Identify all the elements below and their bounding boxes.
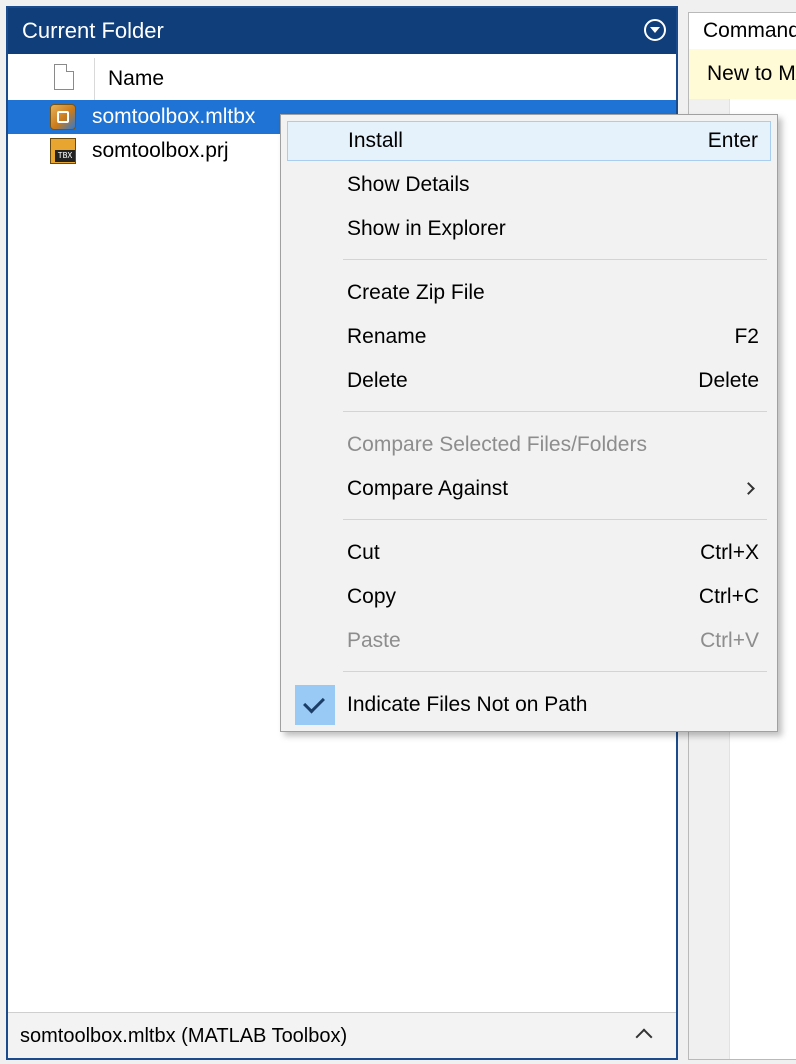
menu-item-label: Install [348, 129, 403, 152]
menu-item-shortcut: Ctrl+V [700, 629, 759, 652]
getting-started-notice[interactable]: New to MATLAB? [689, 49, 796, 99]
menu-item-delete[interactable]: Delete Delete [287, 361, 771, 401]
menu-item-label: Delete [347, 369, 408, 392]
menu-separator [343, 519, 767, 520]
panel-actions-icon[interactable] [644, 19, 666, 41]
prj-badge: TBX [55, 150, 75, 162]
menu-item-shortcut: Enter [707, 129, 758, 152]
file-name: somtoolbox.mltbx [92, 105, 256, 128]
file-type-icon [54, 64, 74, 90]
panel-title: Current Folder [22, 18, 164, 43]
menu-item-shortcut: Ctrl+X [700, 541, 759, 564]
menu-item-label: Copy [347, 585, 397, 608]
details-bar[interactable]: somtoolbox.mltbx (MATLAB Toolbox) [8, 1012, 676, 1058]
menu-item-create-zip[interactable]: Create Zip File [287, 273, 771, 313]
checkmark-icon [295, 685, 335, 725]
chevron-right-icon [742, 482, 755, 495]
column-header[interactable]: Name [8, 54, 676, 105]
menu-item-label: Show Details [347, 173, 470, 196]
menu-item-label: Cut [347, 541, 380, 564]
menu-item-indicate-files[interactable]: Indicate Files Not on Path [287, 685, 771, 725]
menu-separator [343, 259, 767, 260]
column-name-label: Name [108, 67, 165, 90]
menu-separator [343, 411, 767, 412]
menu-item-compare-against[interactable]: Compare Against [287, 469, 771, 509]
menu-item-install[interactable]: Install Enter [287, 121, 771, 161]
menu-item-label: Compare Selected Files/Folders [347, 433, 647, 456]
menu-item-label: Rename [347, 325, 427, 348]
menu-item-show-in-explorer[interactable]: Show in Explorer [287, 209, 771, 249]
menu-item-label: Compare Against [347, 477, 509, 500]
details-text: somtoolbox.mltbx (MATLAB Toolbox) [20, 1025, 348, 1047]
menu-item-label: Show in Explorer [347, 217, 506, 240]
menu-item-shortcut: Ctrl+C [698, 585, 759, 608]
mltbx-file-icon [50, 104, 76, 130]
prj-file-icon: TBX [50, 138, 76, 164]
menu-item-copy[interactable]: Copy Ctrl+C [287, 577, 771, 617]
menu-separator [343, 671, 767, 672]
column-divider[interactable] [94, 58, 95, 100]
menu-item-paste: Paste Ctrl+V [287, 621, 771, 661]
menu-item-label: Paste [347, 629, 401, 652]
menu-item-label: Create Zip File [347, 281, 485, 304]
menu-item-cut[interactable]: Cut Ctrl+X [287, 533, 771, 573]
menu-item-shortcut: Delete [698, 369, 759, 392]
menu-item-label: Indicate Files Not on Path [347, 693, 588, 716]
file-name: somtoolbox.prj [92, 139, 229, 162]
menu-item-show-details[interactable]: Show Details [287, 165, 771, 205]
chevron-up-icon[interactable] [635, 1028, 653, 1046]
panel-header: Current Folder [8, 8, 676, 54]
menu-item-shortcut: F2 [734, 325, 759, 348]
menu-item-compare-selected: Compare Selected Files/Folders [287, 425, 771, 465]
command-window-tab[interactable]: Command Window [689, 13, 796, 50]
context-menu: Install Enter Show Details Show in Explo… [280, 114, 778, 732]
menu-item-rename[interactable]: Rename F2 [287, 317, 771, 357]
